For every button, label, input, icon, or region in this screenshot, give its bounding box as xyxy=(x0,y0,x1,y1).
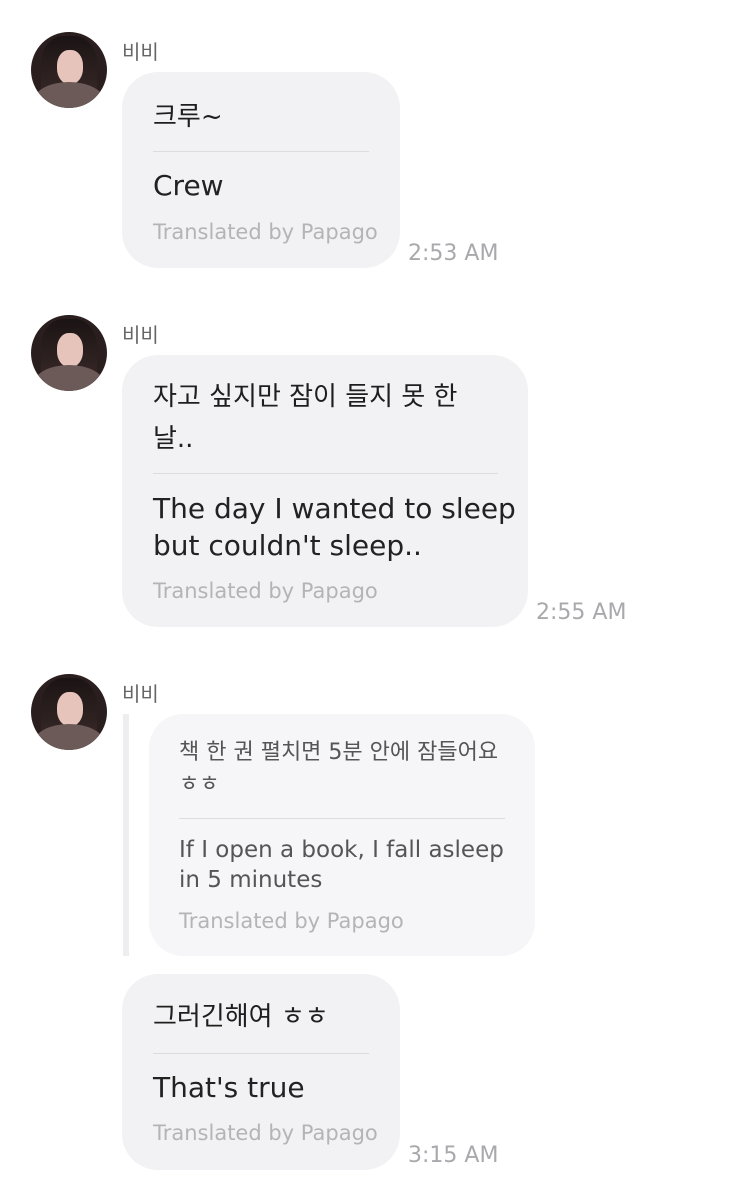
original-text: 크루~ xyxy=(153,102,223,132)
quoted-original-line: ㅎㅎ xyxy=(179,772,220,797)
quoted-translated-line: If I open a book, I fall asleep xyxy=(179,837,504,863)
translated-by-label: Translated by Papago xyxy=(179,909,404,933)
original-text-line: 자고 싶지만 잠이 들지 못 한 xyxy=(153,382,458,412)
translation-divider xyxy=(179,818,505,819)
sender-name: 비비 xyxy=(122,682,159,706)
translated-text: That's true xyxy=(153,1071,305,1104)
reply-indicator-bar xyxy=(123,714,129,956)
translation-divider xyxy=(153,151,369,152)
translated-text-line: The day I wanted to sleep xyxy=(153,492,516,525)
quoted-original-line: 책 한 권 펼치면 5분 안에 잠들어요 xyxy=(179,740,499,765)
message-timestamp: 2:55 AM xyxy=(536,600,627,625)
avatar[interactable] xyxy=(31,32,107,108)
message-timestamp: 3:15 AM xyxy=(408,1143,499,1168)
sender-name: 비비 xyxy=(122,40,159,64)
quoted-message[interactable]: 책 한 권 펼치면 5분 안에 잠들어요 ㅎㅎ If I open a book… xyxy=(149,714,535,956)
translated-text-line: but couldn't sleep.. xyxy=(153,529,422,562)
avatar[interactable] xyxy=(31,674,107,750)
message-bubble[interactable]: 크루~ Crew Translated by Papago xyxy=(122,72,400,268)
quoted-translated-line: in 5 minutes xyxy=(179,867,323,893)
translated-text: Crew xyxy=(153,169,224,202)
sender-name: 비비 xyxy=(122,323,159,347)
avatar[interactable] xyxy=(31,315,107,391)
message-bubble[interactable]: 자고 싶지만 잠이 들지 못 한 날.. The day I wanted to… xyxy=(122,355,528,627)
original-text: 그러긴해여 ㅎㅎ xyxy=(153,1002,329,1032)
translation-divider xyxy=(153,473,498,474)
translated-by-label: Translated by Papago xyxy=(153,1121,378,1145)
translated-by-label: Translated by Papago xyxy=(153,579,378,603)
original-text-line: 날.. xyxy=(153,424,194,454)
translation-divider xyxy=(153,1053,369,1054)
translated-by-label: Translated by Papago xyxy=(153,220,378,244)
message-timestamp: 2:53 AM xyxy=(408,241,499,266)
message-bubble[interactable]: 그러긴해여 ㅎㅎ That's true Translated by Papag… xyxy=(122,974,400,1170)
